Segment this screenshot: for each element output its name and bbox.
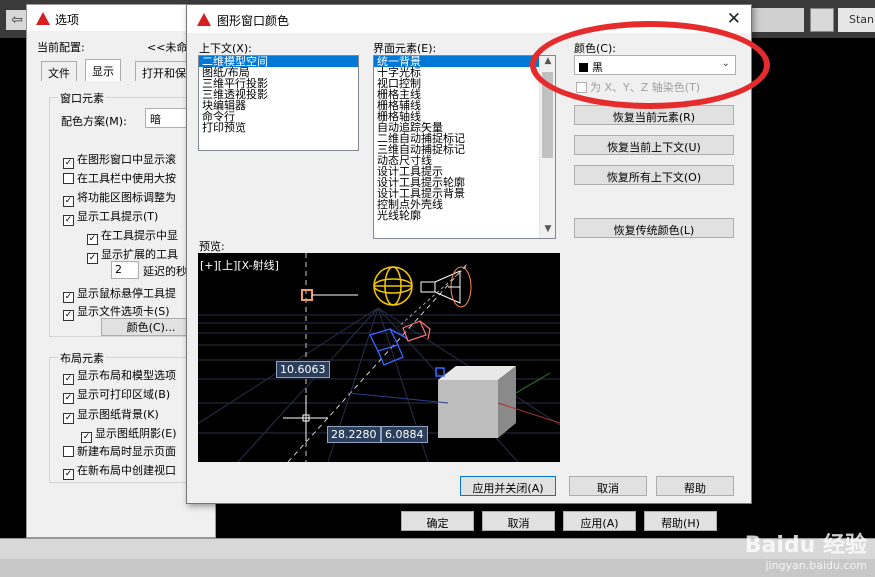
preview-viewport: [+][上][X-射线] 10.6063 28.2280 6.0884 <box>198 253 560 462</box>
restore-all-contexts-button[interactable]: 恢复所有上下文(O) <box>574 165 734 185</box>
delay-seconds-input[interactable]: 2 <box>111 261 139 279</box>
watermark-url: jingyan.baidu.com <box>765 559 867 572</box>
checkbox-paper-shadow[interactable]: ✓ 显示图纸阴影(E) <box>81 425 177 443</box>
solid-box <box>438 366 516 438</box>
watermark-main: Baidu 经验 <box>744 533 867 558</box>
checkbox-file-tabs[interactable]: ✓ 显示文件选项卡(S) <box>63 303 170 321</box>
help-button[interactable]: 帮助(H) <box>644 511 717 531</box>
dimension-input-2: 28.2280 <box>327 426 381 443</box>
tab-files[interactable]: 文件 <box>41 61 77 81</box>
options-title-text: 选项 <box>55 13 80 27</box>
standard-dropdown[interactable]: Stan <box>838 8 875 32</box>
camera-red-icon <box>402 320 431 342</box>
apply-button[interactable]: 应用(A) <box>563 511 636 531</box>
checkbox-show-tooltips[interactable]: ✓ 显示工具提示(T) <box>63 208 158 226</box>
axis-line <box>347 392 449 404</box>
autocad-logo-icon <box>197 13 211 26</box>
checkbox-show-scrollbars[interactable]: ✓ 在图形窗口中显示滚 <box>63 151 176 169</box>
context-label: 上下文(X): <box>199 42 252 55</box>
restore-classic-colors-button[interactable]: 恢复传统颜色(L) <box>574 218 734 238</box>
baidu-watermark: Baidu 经验 jingyan.baidu.com <box>745 527 867 572</box>
restore-current-context-button[interactable]: 恢复当前上下文(U) <box>574 135 734 155</box>
window-elements-title: 窗口元素 <box>58 90 106 106</box>
snap-marker <box>435 367 445 377</box>
checkbox-rollover-tooltips[interactable]: ✓ 显示鼠标悬停工具提 <box>63 285 176 303</box>
checkbox-extended-tooltips[interactable]: ✓ 显示扩展的工具 <box>87 246 178 264</box>
interface-element-label: 界面元素(E): <box>373 42 437 55</box>
checkbox-paper-background[interactable]: ✓ 显示图纸背景(K) <box>63 406 159 424</box>
color-scheme-label: 配色方案(M): <box>61 115 127 128</box>
dimension-input-1: 10.6063 <box>276 361 330 378</box>
annotation-ellipse <box>530 21 770 109</box>
checkbox-page-setup-manager[interactable]: 新建布局时显示页面 <box>63 443 176 458</box>
close-icon[interactable]: ✕ <box>727 9 741 29</box>
light-sphere-icon <box>373 266 413 306</box>
autocad-logo-icon <box>36 12 50 25</box>
layout-elements-title: 布局元素 <box>58 350 106 366</box>
checkbox-tooltip-shortcut[interactable]: ✓ 在工具提示中显 <box>87 227 178 245</box>
ok-button[interactable]: 确定 <box>401 511 474 531</box>
cancel-button[interactable]: 取消 <box>482 511 555 531</box>
delay-seconds-label: 延迟的秒 <box>143 265 187 278</box>
toolbar-control[interactable] <box>752 8 804 32</box>
viewport-controls-label[interactable]: [+][上][X-射线] <box>200 257 279 273</box>
crosshair-cursor <box>283 395 328 441</box>
interface-element-list[interactable]: 统一背景 十字光标 视口控制 栅格主线 栅格辅线 栅格轴线 自动追踪矢量 二维自动捕捉标记 三维… <box>373 55 556 239</box>
scroll-down-icon[interactable]: ▼ <box>540 224 555 238</box>
dimension-input-3: 6.0884 <box>381 426 428 443</box>
axis-y <box>515 372 551 394</box>
dialog-title-text: 图形窗口颜色 <box>217 14 290 28</box>
dialog-help-button[interactable]: 帮助 <box>656 476 734 496</box>
back-arrow-icon[interactable]: ⇦ <box>6 10 28 30</box>
status-bar <box>0 538 875 577</box>
checkbox-printable-area[interactable]: ✓ 显示可打印区域(B) <box>63 386 170 404</box>
checkbox-large-buttons[interactable]: 在工具栏中使用大按 <box>63 170 176 185</box>
grip-marker <box>301 289 313 301</box>
checkbox-create-viewport[interactable]: ✓ 在新布局中创建视口 <box>63 462 176 480</box>
apply-and-close-button[interactable]: 应用并关闭(A) <box>460 476 556 496</box>
context-list-item[interactable]: 打印预览 <box>199 122 358 133</box>
tab-open-save[interactable]: 打开和保 <box>135 61 193 81</box>
interface-list-item[interactable]: 光线轮廓 <box>374 210 539 221</box>
preview-label: 预览: <box>199 240 225 253</box>
tool-brush-icon[interactable] <box>810 8 834 32</box>
checkbox-resize-ribbon-icons[interactable]: ✓ 将功能区图标调整为 <box>63 189 176 207</box>
tab-display[interactable]: 显示 <box>85 59 121 81</box>
current-profile-label: 当前配置: <box>37 41 85 54</box>
checkbox-layout-model-tabs[interactable]: ✓ 显示布局和模型选项 <box>63 367 176 385</box>
dialog-cancel-button[interactable]: 取消 <box>569 476 647 496</box>
context-list[interactable]: 二维模型空间 图纸/布局 三维平行投影 三维透视投影 块编辑器 命令行 打印预览 <box>198 55 359 151</box>
